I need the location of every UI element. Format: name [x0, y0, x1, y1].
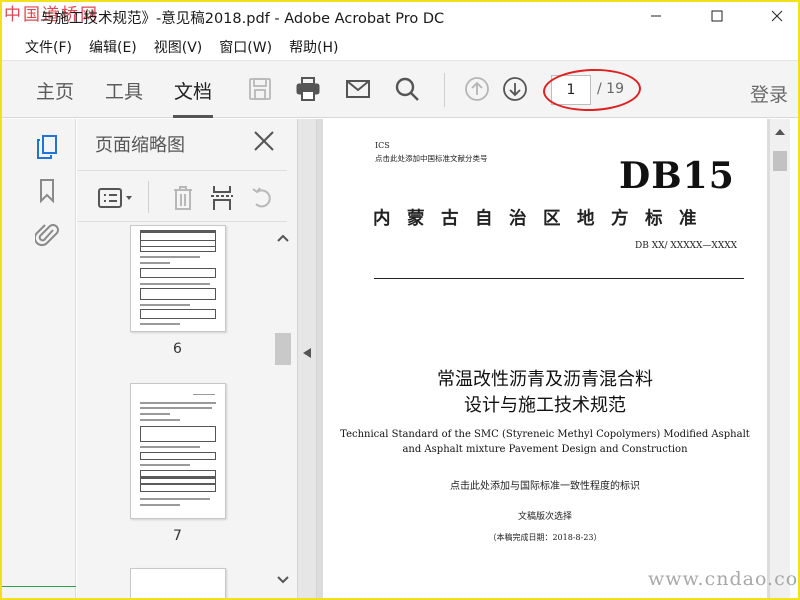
- attachment-icon[interactable]: [34, 221, 60, 249]
- doc-version: 文稿版次选择: [517, 512, 572, 522]
- scroll-up-icon[interactable]: [274, 231, 292, 245]
- bookmark-icon[interactable]: [34, 177, 60, 205]
- doc-intl-consistency: 点击此处添加与国际标准一致性程度的标识: [450, 481, 640, 492]
- doc-divider: [374, 278, 744, 279]
- tab-document[interactable]: 文档: [174, 77, 212, 104]
- document-scroll-thumb[interactable]: [773, 151, 787, 171]
- menu-help[interactable]: 帮助(H): [289, 37, 338, 57]
- panel-toolbar-separator: [148, 181, 149, 213]
- search-icon[interactable]: [392, 74, 422, 104]
- doc-standard-number: DB XX/ XXXXX—XXXX: [635, 241, 738, 251]
- thumbnail-scroll-thumb[interactable]: [275, 333, 291, 365]
- thumbnail-scrollbar[interactable]: [273, 227, 291, 597]
- menu-window[interactable]: 窗口(W): [219, 37, 272, 57]
- print-icon[interactable]: [293, 74, 323, 104]
- doc-title-cn-1: 常温改性沥青及沥青混合料: [437, 369, 653, 390]
- login-button[interactable]: 登录: [750, 80, 788, 107]
- copy-pages-icon[interactable]: [34, 133, 60, 161]
- doc-classification: 点击此处添加中国标准文献分类号: [375, 154, 488, 163]
- status-line: [0, 586, 76, 587]
- toolbar: 主页 工具 文档 1 / 19 登录: [0, 60, 800, 118]
- save-icon[interactable]: [245, 74, 275, 104]
- close-window-button[interactable]: [754, 0, 800, 32]
- thumbnail-label-6: 6: [173, 341, 182, 357]
- doc-standard-name: 内蒙古自治区地方标准: [373, 209, 713, 229]
- window-title: 与施工技术规范》-意见稿2018.pdf - Adobe Acrobat Pro…: [40, 11, 445, 27]
- menu-bar: 文件(F) 编辑(E) 视图(V) 窗口(W) 帮助(H): [0, 34, 800, 60]
- panel-collapse-handle[interactable]: [297, 119, 317, 600]
- doc-title-en-2: and Asphalt mixture Pavement Design and …: [402, 444, 688, 455]
- tab-home[interactable]: 主页: [36, 77, 74, 104]
- thumbnail-panel: 页面缩略图 6 7: [77, 119, 297, 600]
- page-thumbnail-6[interactable]: [130, 225, 226, 332]
- doc-completion-date: （本稿完成日期：2018-8-23）: [488, 533, 602, 542]
- rotate-icon[interactable]: [249, 184, 277, 212]
- maximize-button[interactable]: [694, 0, 740, 32]
- menu-view[interactable]: 视图(V): [154, 37, 203, 57]
- collapse-arrow-icon[interactable]: [298, 346, 318, 360]
- doc-db-code: DB15: [619, 155, 735, 197]
- thumbnail-list: 6 7: [77, 223, 297, 600]
- minimize-button[interactable]: [633, 0, 679, 32]
- document-scrollbar[interactable]: [770, 119, 790, 600]
- page-down-icon[interactable]: [500, 74, 530, 104]
- doc-title-en-1: Technical Standard of the SMC (Styreneic…: [340, 429, 750, 440]
- close-icon[interactable]: [252, 129, 276, 153]
- title-bar: 中国道桥网 与施工技术规范》-意见稿2018.pdf - Adobe Acrob…: [0, 0, 800, 33]
- thumbnail-options-icon[interactable]: [97, 184, 137, 212]
- scroll-down-icon[interactable]: [274, 573, 292, 587]
- doc-ics: ICS: [375, 141, 390, 150]
- thumbnail-label-7: 7: [173, 528, 182, 544]
- menu-file[interactable]: 文件(F): [25, 37, 72, 57]
- email-icon[interactable]: [343, 74, 373, 104]
- delete-icon[interactable]: [169, 184, 197, 212]
- page-thumbnail-7[interactable]: [130, 383, 226, 519]
- watermark-bottom: www.cndao.com: [648, 568, 800, 590]
- tab-tools[interactable]: 工具: [105, 77, 143, 104]
- document-view[interactable]: ICS 点击此处添加中国标准文献分类号 DB15 内蒙古自治区地方标准 DB X…: [317, 119, 770, 600]
- pdf-page: ICS 点击此处添加中国标准文献分类号 DB15 内蒙古自治区地方标准 DB X…: [323, 119, 767, 600]
- doc-scroll-up-icon[interactable]: [770, 125, 790, 139]
- active-tab-indicator: [173, 115, 213, 118]
- extract-icon[interactable]: [208, 184, 236, 212]
- page-up-icon[interactable]: [462, 74, 492, 104]
- navigation-rail: [0, 119, 76, 600]
- menu-edit[interactable]: 编辑(E): [89, 37, 137, 57]
- panel-title: 页面缩略图: [95, 135, 185, 156]
- page-thumbnail-8[interactable]: [130, 568, 226, 600]
- panel-toolbar: [77, 170, 287, 222]
- doc-title-cn-2: 设计与施工技术规范: [464, 395, 626, 416]
- toolbar-separator: [444, 73, 445, 107]
